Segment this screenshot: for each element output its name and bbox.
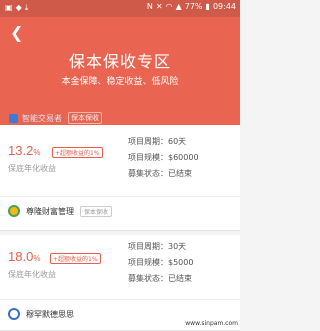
platform-tag: 保本保收 (68, 112, 102, 124)
header-banner: ❮ 保本保收专区 本金保障、稳定收益、低风险 智能交易者 保本保收 (0, 17, 240, 125)
platform-logo-icon (8, 205, 20, 217)
project-period: 项目周期：30天 (128, 242, 187, 251)
divider (0, 299, 240, 300)
status-bar: ▣ ◆ ⤓ N ✕ ◠ ▲ 77% ▮ 09:44 (0, 0, 240, 17)
platform-logo-icon (8, 308, 20, 320)
partial-platform-row[interactable]: 智能交易者 保本保收 (0, 111, 240, 125)
product-card[interactable]: 13.2% +超额收益的1% 保底年化收益 项目周期：60天 项目规模：$600… (0, 125, 240, 231)
nfc-icon: N (146, 2, 153, 11)
mute-icon: ✕ (155, 2, 163, 11)
bonus-badge: +超额收益的1% (52, 147, 103, 158)
rate-value: 18.0% (8, 249, 41, 264)
project-period: 项目周期：60天 (128, 137, 187, 146)
platform-name: 智能交易者 (22, 113, 62, 123)
battery-icon: ▮ (205, 2, 210, 11)
rate-label: 保底年化收益 (8, 164, 56, 173)
product-card[interactable]: 18.0% +超额收益的1% 保底年化收益 项目周期：30天 项目规模：$500… (0, 235, 240, 331)
platform-logo-icon (9, 113, 18, 123)
platform-row[interactable]: 尊隆财富管理 保本保收 (8, 205, 113, 217)
project-info: 项目周期：60天 项目规模：$60000 募集状态：已结束 (128, 134, 199, 182)
project-scale: 项目规模：$60000 (128, 153, 199, 162)
rate-value: 13.2% (8, 143, 41, 158)
signal-icon: ▲ (175, 2, 182, 11)
page-subtitle: 本金保障、稳定收益、低风险 (61, 77, 179, 87)
fund-status: 募集状态：已结束 (128, 274, 192, 283)
clock: 09:44 (212, 2, 236, 11)
platform-name: 穆罕默德思思 (26, 309, 74, 319)
wifi-icon: ◠ (165, 2, 173, 11)
photo-icon: ▣ (5, 3, 13, 12)
platform-tag: 保本保收 (80, 205, 113, 217)
project-scale: 项目规模：$5000 (128, 258, 194, 267)
platform-row[interactable]: 穆罕默德思思 (8, 308, 74, 320)
page-title: 保本保收专区 (68, 52, 171, 71)
battery-level: 77% (184, 2, 203, 11)
rate-label: 保底年化收益 (8, 270, 56, 279)
chevron-left-icon[interactable]: ❮ (10, 23, 30, 43)
watermark: www.sinpam.com (185, 320, 238, 327)
download-icon: ⤓ (24, 3, 29, 12)
divider (0, 196, 240, 197)
platform-name: 尊隆财富管理 (26, 206, 74, 216)
bonus-badge: +超额收益的1% (50, 253, 101, 264)
fund-status: 募集状态：已结束 (128, 169, 192, 178)
notification-icon: ◆ (15, 3, 22, 12)
project-info: 项目周期：30天 项目规模：$5000 募集状态：已结束 (128, 239, 193, 287)
